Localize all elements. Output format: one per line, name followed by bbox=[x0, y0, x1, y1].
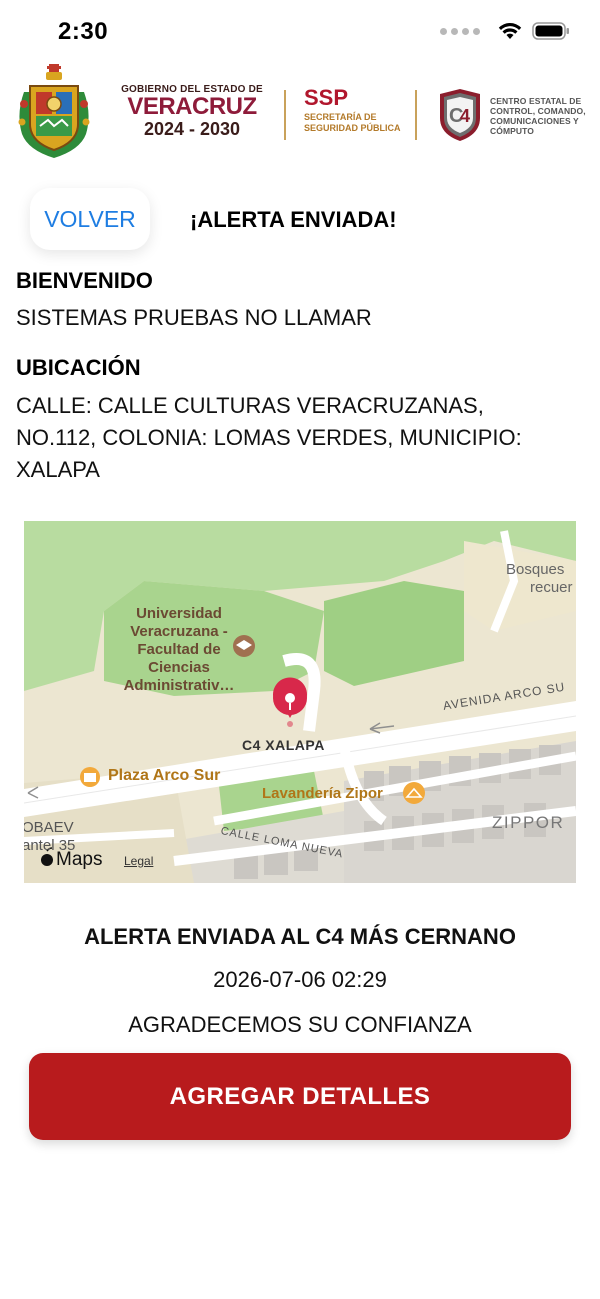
poi-label: Universidad bbox=[136, 605, 222, 622]
wifi-icon bbox=[498, 23, 522, 39]
poi-label: Administrativ… bbox=[123, 677, 235, 694]
c4-line-2: CONTROL, COMANDO, bbox=[490, 106, 586, 116]
map-pin-label: C4 XALAPA bbox=[242, 737, 325, 753]
area-label: recuer bbox=[530, 579, 573, 596]
location-map[interactable]: Universidad Veracruzana - Facultad de Ci… bbox=[24, 521, 576, 883]
map-poi-lavanderia[interactable]: Lavandería Zipor bbox=[262, 785, 383, 802]
ssp-logo: SSP SECRETARÍA DE SEGURIDAD PÚBLICA bbox=[304, 86, 401, 134]
address-line-3: XALAPA bbox=[16, 457, 100, 482]
veracruz-government-logo: GOBIERNO DEL ESTADO DE VERACRUZ 2024 - 2… bbox=[112, 84, 272, 139]
map-area-zippor: ZIPPOR bbox=[492, 813, 565, 832]
status-bar: 2:30 bbox=[0, 0, 600, 64]
svg-text:4: 4 bbox=[460, 106, 470, 126]
poi-label: Facultad de bbox=[137, 641, 221, 658]
user-name: SISTEMAS PRUEBAS NO LLAMAR bbox=[16, 305, 372, 330]
veracruz-coat-of-arms-icon bbox=[18, 64, 90, 158]
c4-logo-text: CENTRO ESTATAL DE CONTROL, COMANDO, COMU… bbox=[490, 96, 594, 136]
ssp-line-1: SECRETARÍA DE bbox=[304, 112, 377, 122]
location-label: UBICACIÓN bbox=[16, 355, 141, 380]
map-poi-university[interactable]: Universidad Veracruzana - Facultad de Ci… bbox=[104, 605, 254, 695]
area-label: Bosques bbox=[506, 561, 565, 578]
gov-state-text: VERACRUZ bbox=[127, 93, 257, 120]
thanks-message: AGRADECEMOS SU CONFIANZA bbox=[128, 1012, 472, 1037]
c4-line-4: CÓMPUTO bbox=[490, 126, 534, 136]
poi-label: Veracruzana - bbox=[130, 623, 228, 640]
map-poi-plaza[interactable]: Plaza Arco Sur bbox=[108, 767, 220, 785]
c4-shield-icon: C 4 bbox=[440, 89, 480, 141]
add-details-button[interactable]: AGREGAR DETALLES bbox=[29, 1053, 571, 1140]
welcome-label: BIENVENIDO bbox=[16, 268, 153, 293]
signal-dots-icon bbox=[440, 27, 480, 35]
maps-brand: Maps bbox=[56, 849, 103, 870]
map-area-bosques: Bosques recuer bbox=[506, 561, 573, 597]
back-button[interactable]: VOLVER bbox=[30, 188, 150, 250]
ssp-line-2: SEGURIDAD PÚBLICA bbox=[304, 123, 401, 133]
poi-label: Ciencias bbox=[148, 659, 210, 676]
c4-line-3: COMUNICACIONES Y bbox=[490, 116, 579, 126]
gov-years-text: 2024 - 2030 bbox=[143, 119, 241, 139]
page-title: ¡ALERTA ENVIADA! bbox=[190, 207, 397, 232]
header-divider bbox=[284, 90, 286, 140]
header-divider bbox=[415, 90, 417, 140]
status-icons bbox=[440, 22, 570, 40]
address-line-1: CALLE: CALLE CULTURAS VERACRUZANAS, bbox=[16, 393, 484, 418]
c4-line-1: CENTRO ESTATAL DE bbox=[490, 96, 582, 106]
battery-icon bbox=[532, 22, 569, 40]
address-line-2: NO.112, COLONIA: LOMAS VERDES, MUNICIPIO… bbox=[16, 425, 522, 450]
alert-timestamp: 2026-07-06 02:29 bbox=[213, 967, 387, 992]
alert-sent-message: ALERTA ENVIADA AL C4 MÁS CERNANO bbox=[84, 924, 516, 949]
map-legal-link[interactable]: Legal bbox=[124, 854, 153, 868]
logo-header: GOBIERNO DEL ESTADO DE VERACRUZ 2024 - 2… bbox=[0, 62, 600, 162]
area-label: OBAEV bbox=[24, 819, 74, 836]
status-time: 2:30 bbox=[58, 18, 109, 45]
ssp-acronym: SSP bbox=[304, 85, 349, 110]
